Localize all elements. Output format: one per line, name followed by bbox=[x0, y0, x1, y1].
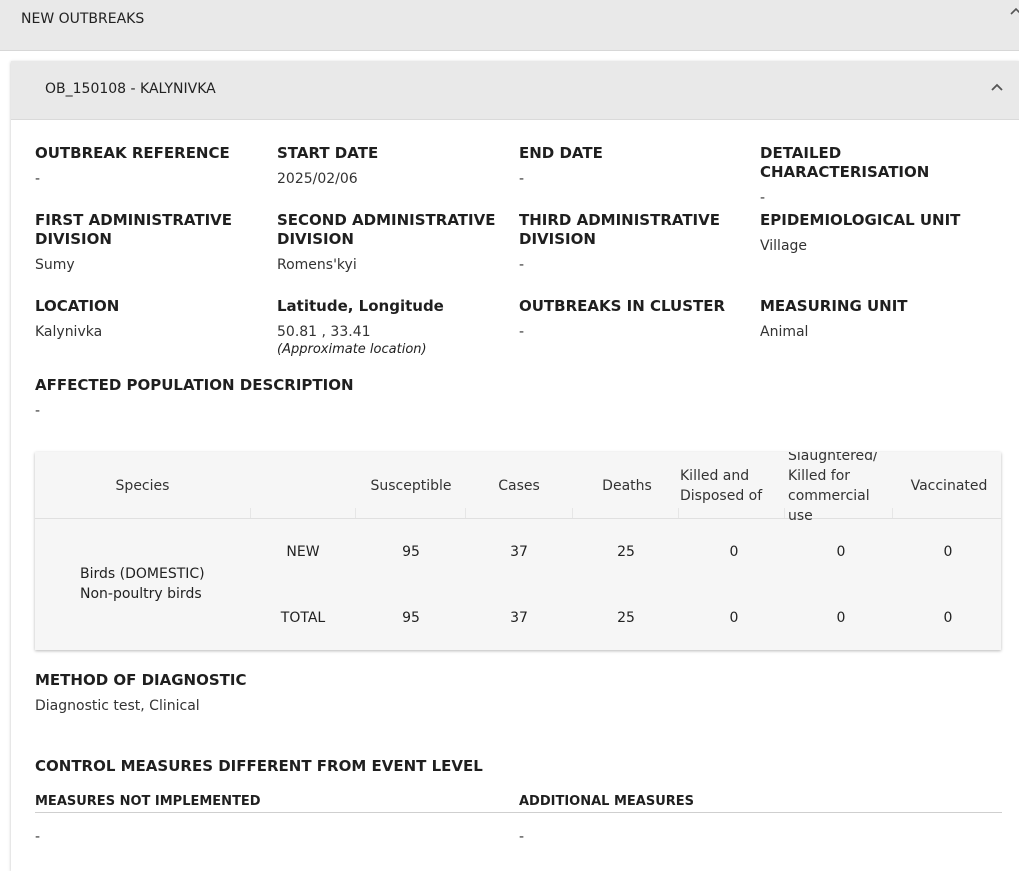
field-label: LOCATION bbox=[35, 297, 120, 315]
field-outbreaks-in-cluster: OUTBREAKS IN CLUSTER - bbox=[519, 297, 739, 341]
field-label: EPIDEMIOLOGICAL UNIT bbox=[760, 211, 961, 229]
field-label: OUTBREAK REFERENCE bbox=[35, 144, 230, 162]
col-species: Species bbox=[115, 478, 170, 494]
field-value: Romens'kyi bbox=[277, 257, 357, 273]
field-value: - bbox=[519, 171, 525, 187]
col-vaccinated: Vaccinated bbox=[910, 478, 988, 494]
cell-vaccinated: 0 bbox=[943, 610, 953, 626]
field-first-admin-division: FIRST ADMINISTRATIVE DIVISION Sumy bbox=[35, 211, 255, 274]
new-outbreaks-title: NEW OUTBREAKS bbox=[21, 11, 145, 27]
field-affected-population: AFFECTED POPULATION DESCRIPTION - bbox=[35, 376, 535, 420]
field-detailed-characterisation: DETAILED CHARACTERISATION - bbox=[760, 144, 1010, 207]
col-deaths: Deaths bbox=[602, 478, 652, 494]
field-value: - bbox=[760, 190, 766, 206]
header-separator bbox=[572, 508, 573, 518]
cell-killed-disposed: 0 bbox=[729, 610, 739, 626]
chevron-up-icon[interactable] bbox=[989, 80, 1005, 96]
measures-not-implemented-value: - bbox=[35, 829, 41, 845]
col-slaughtered: Slaughtered/ Killed for commercial use bbox=[788, 452, 878, 524]
field-label: MEASURING UNIT bbox=[760, 297, 908, 315]
header-separator bbox=[465, 508, 466, 518]
divider bbox=[35, 812, 1002, 813]
cell-deaths: 25 bbox=[617, 544, 635, 560]
species-line: Birds (DOMESTIC) bbox=[80, 566, 205, 582]
table-header: Species Susceptible Cases Deaths Killed … bbox=[35, 452, 1001, 524]
field-label: AFFECTED POPULATION DESCRIPTION bbox=[35, 376, 354, 394]
field-location: LOCATION Kalynivka bbox=[35, 297, 255, 341]
field-label: DETAILED CHARACTERISATION bbox=[760, 144, 930, 181]
additional-measures-label: ADDITIONAL MEASURES bbox=[519, 794, 695, 809]
species-table: Species Susceptible Cases Deaths Killed … bbox=[35, 452, 1001, 650]
outbreak-card-header[interactable]: OB_150108 - KALYNIVKA bbox=[11, 61, 1019, 120]
header-separator bbox=[250, 508, 251, 518]
row-type-new: NEW bbox=[286, 544, 320, 560]
control-measures-title: CONTROL MEASURES DIFFERENT FROM EVENT LE… bbox=[35, 757, 483, 775]
measures-not-implemented-label: MEASURES NOT IMPLEMENTED bbox=[35, 794, 261, 809]
row-type-total: TOTAL bbox=[280, 610, 326, 626]
field-value: Kalynivka bbox=[35, 324, 103, 340]
header-separator bbox=[784, 508, 785, 518]
col-killed-disposed: Killed and Disposed of bbox=[680, 468, 763, 504]
cell-slaughtered: 0 bbox=[836, 610, 846, 626]
field-label: END DATE bbox=[519, 144, 603, 162]
field-value: - bbox=[35, 403, 41, 419]
cell-cases: 37 bbox=[510, 544, 528, 560]
field-third-admin-division: THIRD ADMINISTRATIVE DIVISION - bbox=[519, 211, 739, 274]
field-value: Diagnostic test, Clinical bbox=[35, 698, 200, 714]
field-value: - bbox=[519, 257, 525, 273]
field-label: FIRST ADMINISTRATIVE DIVISION bbox=[35, 211, 233, 248]
field-end-date: END DATE - bbox=[519, 144, 739, 188]
field-second-admin-division: SECOND ADMINISTRATIVE DIVISION Romens'ky… bbox=[277, 211, 497, 274]
header-separator bbox=[678, 508, 679, 518]
species-line: Non-poultry birds bbox=[80, 586, 202, 602]
field-latitude-longitude: Latitude, Longitude 50.81 , 33.41 (Appro… bbox=[277, 297, 497, 358]
header-separator bbox=[892, 508, 893, 518]
field-epidemiological-unit: EPIDEMIOLOGICAL UNIT Village bbox=[760, 211, 1010, 255]
field-value: Village bbox=[760, 238, 808, 254]
field-value: 2025/02/06 bbox=[277, 171, 358, 187]
cell-vaccinated: 0 bbox=[943, 544, 953, 560]
field-measuring-unit: MEASURING UNIT Animal bbox=[760, 297, 1010, 341]
outbreak-card: OB_150108 - KALYNIVKA OUTBREAK REFERENCE… bbox=[11, 61, 1019, 871]
field-outbreak-reference: OUTBREAK REFERENCE - bbox=[35, 144, 255, 188]
species-name: Birds (DOMESTIC) Non-poultry birds bbox=[80, 564, 250, 604]
field-value: - bbox=[35, 171, 41, 187]
col-cases: Cases bbox=[498, 478, 540, 494]
field-label: START DATE bbox=[277, 144, 379, 162]
field-start-date: START DATE 2025/02/06 bbox=[277, 144, 497, 188]
field-label: THIRD ADMINISTRATIVE DIVISION bbox=[519, 211, 720, 248]
chevron-up-icon[interactable] bbox=[1009, 5, 1019, 19]
new-outbreaks-header[interactable]: NEW OUTBREAKS bbox=[0, 0, 1019, 51]
field-value: - bbox=[519, 324, 525, 340]
cell-slaughtered: 0 bbox=[836, 544, 846, 560]
field-label: METHOD OF DIAGNOSTIC bbox=[35, 671, 247, 689]
field-label: Latitude, Longitude bbox=[277, 297, 444, 315]
cell-deaths: 25 bbox=[617, 610, 635, 626]
field-label: SECOND ADMINISTRATIVE DIVISION bbox=[277, 211, 496, 248]
approximate-location-note: (Approximate location) bbox=[277, 342, 427, 357]
cell-cases: 37 bbox=[510, 610, 528, 626]
additional-measures-value: - bbox=[519, 829, 525, 845]
field-value: Animal bbox=[760, 324, 809, 340]
field-label: OUTBREAKS IN CLUSTER bbox=[519, 297, 726, 315]
header-separator bbox=[355, 508, 356, 518]
cell-susceptible: 95 bbox=[402, 544, 420, 560]
field-value: Sumy bbox=[35, 257, 75, 273]
cell-susceptible: 95 bbox=[402, 610, 420, 626]
outbreak-title: OB_150108 - KALYNIVKA bbox=[45, 81, 216, 97]
field-method-of-diagnostic: METHOD OF DIAGNOSTIC Diagnostic test, Cl… bbox=[35, 671, 635, 715]
col-susceptible: Susceptible bbox=[370, 478, 452, 494]
cell-killed-disposed: 0 bbox=[729, 544, 739, 560]
field-value: 50.81 , 33.41 bbox=[277, 324, 371, 340]
